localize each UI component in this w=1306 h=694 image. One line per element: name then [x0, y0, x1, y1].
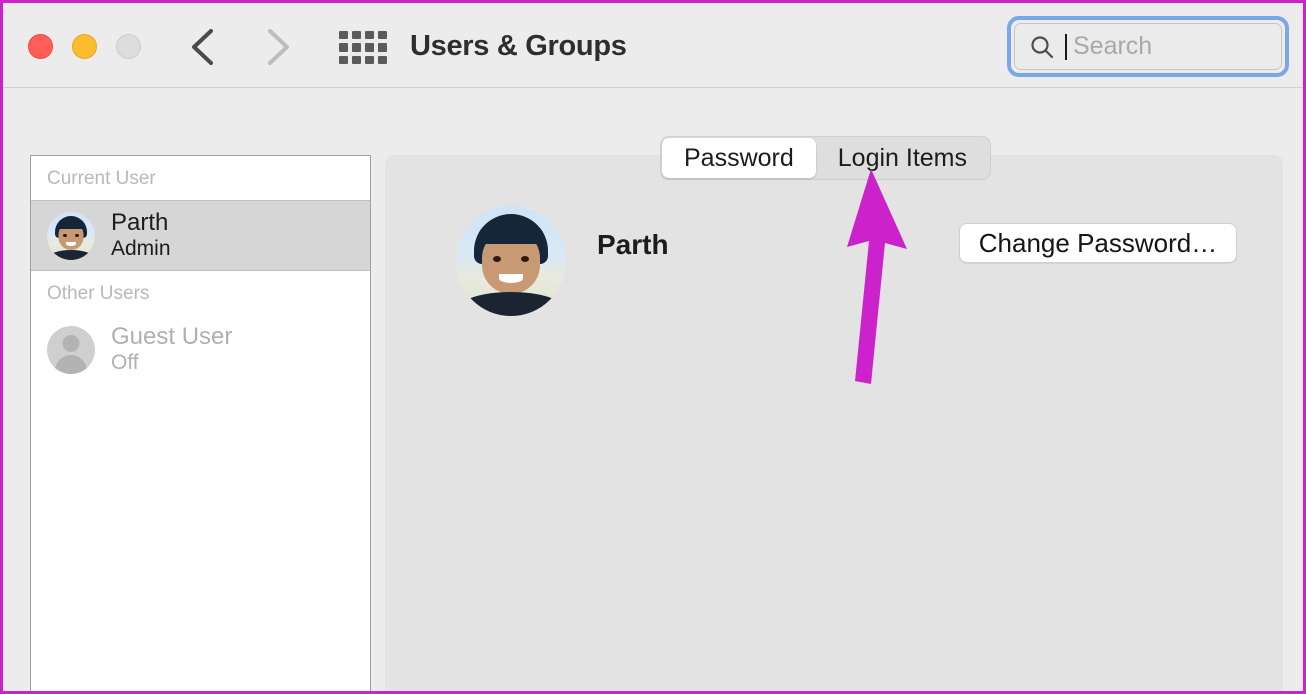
chevron-left-icon[interactable] — [186, 25, 220, 69]
show-all-grid-icon[interactable] — [339, 31, 387, 64]
traffic-lights — [28, 34, 141, 59]
sidebar-item-role: Off — [111, 351, 139, 375]
avatar[interactable] — [456, 206, 566, 316]
sidebar-item-guest-user[interactable]: Guest User Off — [31, 315, 370, 384]
window-body: Current User Parth Admin Other Users Gue… — [3, 89, 1303, 691]
zoom-button[interactable] — [116, 34, 141, 59]
system-preferences-window: Users & Groups Search Current User Parth… — [0, 0, 1306, 694]
search-icon — [1029, 34, 1055, 60]
search-input[interactable]: Search — [1014, 23, 1282, 70]
guest-person-icon — [47, 325, 95, 374]
window-titlebar: Users & Groups Search — [3, 3, 1303, 88]
search-placeholder: Search — [1073, 32, 1153, 60]
navigation-arrows — [186, 25, 295, 69]
sidebar-item-role: Admin — [111, 237, 171, 261]
page-title: Users & Groups — [410, 30, 627, 62]
sidebar-section-header-current-user: Current User — [31, 156, 370, 200]
tab-login-items[interactable]: Login Items — [816, 138, 989, 178]
tab-bar: Password Login Items — [660, 136, 992, 180]
close-button[interactable] — [28, 34, 53, 59]
users-sidebar: Current User Parth Admin Other Users Gue… — [30, 155, 371, 691]
tab-password[interactable]: Password — [662, 138, 816, 178]
sidebar-item-label: Parth — [111, 209, 169, 236]
sidebar-item-parth[interactable]: Parth Admin — [31, 200, 370, 272]
change-password-button[interactable]: Change Password… — [959, 223, 1237, 263]
sidebar-section-header-other-users: Other Users — [31, 271, 370, 316]
minimize-button[interactable] — [72, 34, 97, 59]
chevron-right-icon[interactable] — [261, 25, 295, 69]
search-field-focus-ring: Search — [1007, 16, 1289, 77]
sidebar-item-label: Guest User — [111, 323, 233, 351]
avatar — [47, 211, 95, 260]
text-cursor — [1065, 33, 1067, 60]
content-user-name: Parth — [597, 229, 669, 260]
